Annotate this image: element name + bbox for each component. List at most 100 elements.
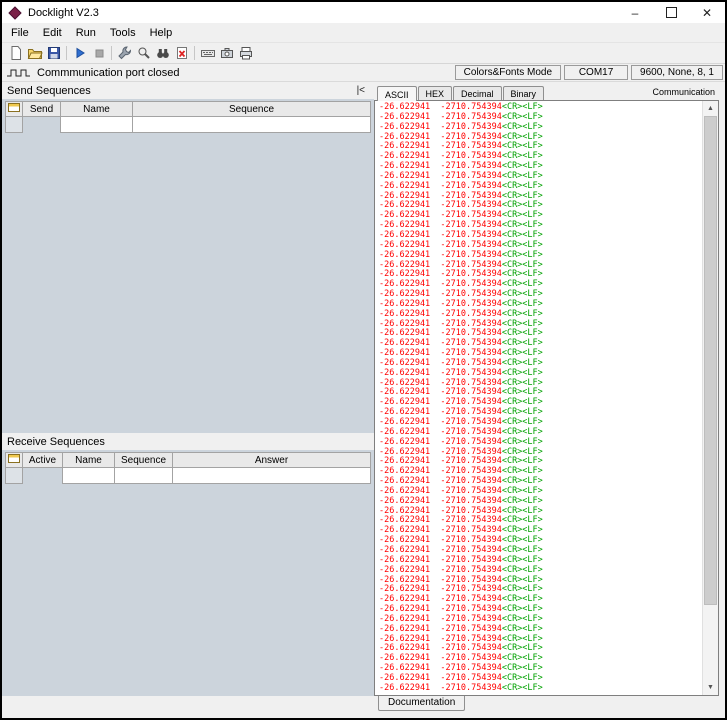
status-message: Commmunication port closed xyxy=(37,66,180,79)
tab-documentation[interactable]: Documentation xyxy=(378,696,466,711)
receive-sequence-cell[interactable] xyxy=(114,467,173,484)
menu-help[interactable]: Help xyxy=(143,25,180,41)
magnifier-icon xyxy=(138,47,150,59)
tab-binary[interactable]: Binary xyxy=(502,86,545,100)
new-file-icon xyxy=(11,46,21,60)
menu-run[interactable]: Run xyxy=(69,25,103,41)
menu-bar: File Edit Run Tools Help xyxy=(2,23,725,42)
toolbar-separator xyxy=(66,46,67,60)
receive-name-cell[interactable] xyxy=(62,467,115,484)
active-checkbox-cell xyxy=(23,468,63,484)
scroll-up-icon[interactable]: ▲ xyxy=(703,101,718,116)
menu-edit[interactable]: Edit xyxy=(36,25,69,41)
save-disk-icon xyxy=(47,47,60,59)
status-bar: Commmunication port closed Colors&Fonts … xyxy=(2,64,725,82)
active-column-header[interactable]: Active xyxy=(22,452,63,468)
toolbar xyxy=(2,42,725,64)
menu-tools[interactable]: Tools xyxy=(103,25,143,41)
close-icon: ✕ xyxy=(701,5,713,20)
comm-channel-icon xyxy=(7,69,30,76)
name-column-header[interactable]: Name xyxy=(60,101,133,117)
row-handle[interactable] xyxy=(5,116,23,133)
stop-icon xyxy=(95,49,103,58)
scrollbar-track[interactable] xyxy=(703,605,718,680)
sequence-column-header[interactable]: Sequence xyxy=(132,101,371,117)
receive-sequences-panel: Active Name Sequence Answer xyxy=(2,450,374,696)
communication-column: ASCII HEX Decimal Binary Communication -… xyxy=(374,82,725,696)
receive-sequence-row xyxy=(5,467,371,484)
answer-cell[interactable] xyxy=(172,467,371,484)
minimize-icon: – xyxy=(631,5,639,20)
bottom-strip: Documentation xyxy=(2,696,725,718)
send-table-corner xyxy=(5,101,23,117)
new-project-button[interactable] xyxy=(6,44,25,62)
communication-output[interactable]: -26.622941 -2710.754394<CR><LF> -26.62294… xyxy=(375,101,702,695)
window-title: Docklight V2.3 xyxy=(28,6,99,19)
toolbar-separator xyxy=(111,46,112,60)
open-folder-icon xyxy=(27,49,43,59)
minimize-button[interactable]: – xyxy=(617,2,653,23)
tab-ascii[interactable]: ASCII xyxy=(377,86,417,101)
sequence-list-icon xyxy=(8,102,20,112)
sequences-column: Send Sequences |< Send Name Sequence Rec… xyxy=(2,82,374,696)
toolbar-separator xyxy=(194,46,195,60)
collapse-panel-button[interactable]: |< xyxy=(353,85,369,96)
title-bar: Docklight V2.3 – ✕ xyxy=(2,2,725,23)
send-sequences-header: Send Sequences |< xyxy=(2,82,374,99)
send-sequence-row xyxy=(5,116,371,133)
main-area: Send Sequences |< Send Name Sequence Rec… xyxy=(2,82,725,696)
camera-icon xyxy=(220,48,233,58)
communication-snapshot-button[interactable] xyxy=(217,44,236,62)
play-icon xyxy=(76,47,85,59)
row-handle[interactable] xyxy=(5,467,23,484)
com-port-indicator[interactable]: COM17 xyxy=(564,65,629,80)
receive-sequence-column-header[interactable]: Sequence xyxy=(114,452,173,468)
docklight-window: Docklight V2.3 – ✕ File Edit Run Tools H… xyxy=(0,0,727,720)
receive-sequences-header: Receive Sequences xyxy=(2,433,374,450)
keyboard-icon xyxy=(200,50,215,57)
receive-table-corner xyxy=(5,452,23,468)
find-zoom-button[interactable] xyxy=(134,44,153,62)
answer-column-header[interactable]: Answer xyxy=(172,452,371,468)
send-button-cell xyxy=(23,117,61,133)
scrollbar-thumb[interactable] xyxy=(704,116,717,606)
communication-tab-row: ASCII HEX Decimal Binary Communication xyxy=(374,82,719,101)
menu-file[interactable]: File xyxy=(4,25,36,41)
receive-sequences-table: Active Name Sequence Answer xyxy=(5,452,371,484)
printer-icon xyxy=(239,47,252,60)
save-project-button[interactable] xyxy=(44,44,63,62)
communication-panel-label: Communication xyxy=(652,87,715,97)
find-sequence-button[interactable] xyxy=(153,44,172,62)
tab-decimal[interactable]: Decimal xyxy=(453,86,502,100)
clear-communication-button[interactable] xyxy=(172,44,191,62)
com-settings-indicator[interactable]: 9600, None, 8, 1 xyxy=(631,65,723,80)
send-column-header[interactable]: Send xyxy=(22,101,61,117)
stop-communication-button[interactable] xyxy=(89,44,108,62)
status-right-panels: Colors&Fonts Mode COM17 9600, None, 8, 1 xyxy=(452,65,723,80)
maximize-button[interactable] xyxy=(653,2,689,23)
open-project-button[interactable] xyxy=(25,44,44,62)
start-communication-button[interactable] xyxy=(70,44,89,62)
receive-name-column-header[interactable]: Name xyxy=(62,452,115,468)
communication-window: -26.622941 -2710.754394<CR><LF> -26.62294… xyxy=(374,100,719,696)
receive-table-header-row: Active Name Sequence Answer xyxy=(5,452,371,468)
colors-fonts-mode-button[interactable]: Colors&Fonts Mode xyxy=(454,65,562,80)
maximize-icon xyxy=(665,7,677,18)
receive-sequences-title: Receive Sequences xyxy=(7,435,105,448)
close-button[interactable]: ✕ xyxy=(689,2,725,23)
print-communication-button[interactable] xyxy=(236,44,255,62)
tab-hex[interactable]: HEX xyxy=(417,86,453,100)
vertical-scrollbar[interactable]: ▲ ▼ xyxy=(702,101,718,695)
wrench-icon xyxy=(117,46,131,60)
terminal-line: -26.622941 -2710.754394<CR><LF> xyxy=(379,682,543,693)
project-settings-button[interactable] xyxy=(115,44,134,62)
sequence-list-icon xyxy=(8,453,20,463)
send-name-cell[interactable] xyxy=(60,116,133,133)
window-controls: – ✕ xyxy=(617,2,725,23)
send-sequences-panel: Send Name Sequence xyxy=(2,99,374,433)
send-table-header-row: Send Name Sequence xyxy=(5,101,371,117)
send-sequences-table: Send Name Sequence xyxy=(5,101,371,133)
keyboard-console-button[interactable] xyxy=(198,44,217,62)
scroll-down-icon[interactable]: ▼ xyxy=(703,680,718,695)
send-sequence-cell[interactable] xyxy=(132,116,371,133)
